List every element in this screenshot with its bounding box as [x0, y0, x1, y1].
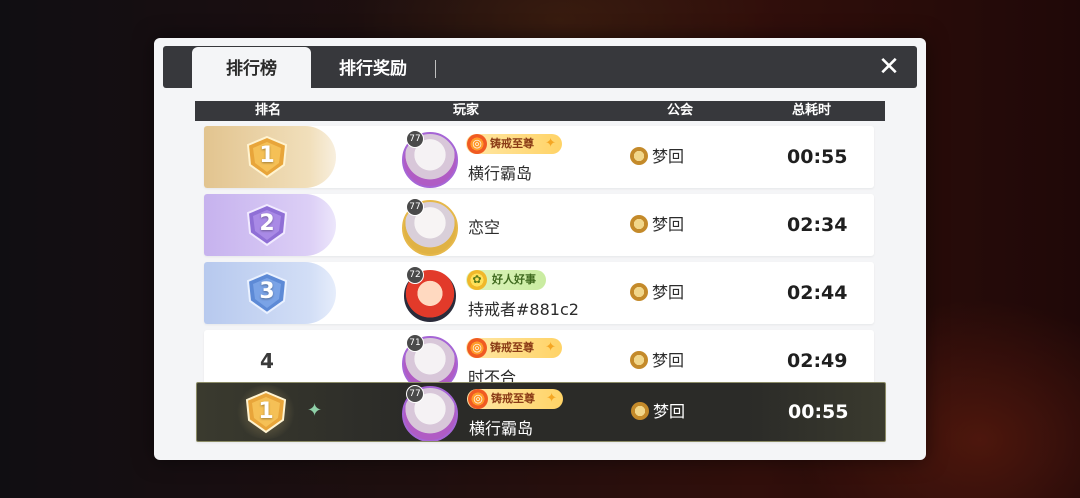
- title-text: 铸戒至尊: [490, 341, 534, 354]
- total-time: 00:55: [788, 401, 849, 423]
- level-badge: 77: [406, 385, 424, 403]
- title-badge: ◎ 铸戒至尊 ✦: [466, 338, 562, 358]
- tab-leaderboard[interactable]: 排行榜: [192, 47, 311, 88]
- table-row[interactable]: 3 72 ✿ 好人好事 持戒者#881c2 梦回 02:44: [204, 262, 874, 324]
- player-name: 横行霸岛: [469, 419, 534, 438]
- close-icon[interactable]: ✕: [875, 53, 903, 81]
- rank-number: 2: [259, 211, 275, 236]
- total-time: 02:44: [787, 282, 848, 304]
- player-name: 横行霸岛: [468, 164, 533, 183]
- dialog-header: 排行榜 排行奖励 ✕: [163, 46, 917, 88]
- guild-name: 梦回: [652, 283, 685, 302]
- title-text: 铸戒至尊: [490, 137, 534, 150]
- guild-name: 梦回: [652, 147, 685, 166]
- guild-cell: 梦回: [630, 194, 684, 256]
- level-badge: 77: [406, 198, 424, 216]
- table-row[interactable]: 1 77 ◎ 铸戒至尊 ✦ 横行霸岛 梦回 00:55: [204, 126, 874, 188]
- title-badge: ◎ 铸戒至尊 ✦: [466, 134, 562, 154]
- tab-divider: [435, 60, 436, 78]
- player-name: 持戒者#881c2: [468, 300, 579, 319]
- table-row[interactable]: 2 77 恋空 梦回 02:34: [204, 194, 874, 256]
- total-time: 02:34: [787, 214, 848, 236]
- ring-icon: ◎: [467, 338, 487, 358]
- total-time: 00:55: [787, 146, 848, 168]
- column-rank: 排名: [255, 103, 282, 118]
- my-rank-number: 1: [258, 399, 274, 424]
- tab-rank-rewards[interactable]: 排行奖励: [323, 47, 423, 88]
- table-header: 排名 玩家 公会 总耗时: [195, 101, 885, 121]
- level-badge: 72: [406, 266, 424, 284]
- guild-name: 梦回: [652, 215, 685, 234]
- guild-cell: 梦回: [631, 383, 685, 441]
- title-text: 铸戒至尊: [491, 392, 535, 405]
- title-text: 好人好事: [492, 273, 536, 286]
- rank-number: 3: [259, 279, 275, 304]
- guild-name: 梦回: [653, 402, 686, 421]
- guild-emblem-icon: [630, 215, 648, 233]
- my-rank-row[interactable]: 1 ✦ 77 ◎ 铸戒至尊 ✦ 横行霸岛 梦回 00:55: [196, 382, 886, 442]
- sparkle-icon: ✦: [307, 400, 323, 421]
- column-time: 总耗时: [792, 103, 832, 118]
- title-badge: ◎ 铸戒至尊 ✦: [467, 389, 563, 409]
- guild-emblem-icon: [630, 147, 648, 165]
- guild-cell: 梦回: [630, 262, 684, 324]
- rank-number: 1: [259, 143, 275, 168]
- star-icon: ✦: [546, 391, 557, 406]
- flower-icon: ✿: [467, 270, 487, 290]
- ring-icon: ◎: [467, 134, 487, 154]
- guild-emblem-icon: [630, 351, 648, 369]
- column-player: 玩家: [453, 103, 480, 118]
- leaderboard-dialog: 排行榜 排行奖励 ✕ 排名 玩家 公会 总耗时 1 77 ◎ 铸戒至尊 ✦ 横行…: [154, 38, 926, 460]
- ring-icon: ◎: [468, 389, 488, 409]
- guild-emblem-icon: [630, 283, 648, 301]
- guild-cell: 梦回: [630, 126, 684, 188]
- title-badge: ✿ 好人好事: [466, 270, 546, 290]
- guild-name: 梦回: [652, 351, 685, 370]
- column-guild: 公会: [667, 103, 694, 118]
- level-badge: 77: [406, 130, 424, 148]
- star-icon: ✦: [545, 340, 556, 355]
- star-icon: ✦: [545, 136, 556, 151]
- guild-emblem-icon: [631, 402, 649, 420]
- level-badge: 71: [406, 334, 424, 352]
- player-name: 恋空: [468, 218, 501, 237]
